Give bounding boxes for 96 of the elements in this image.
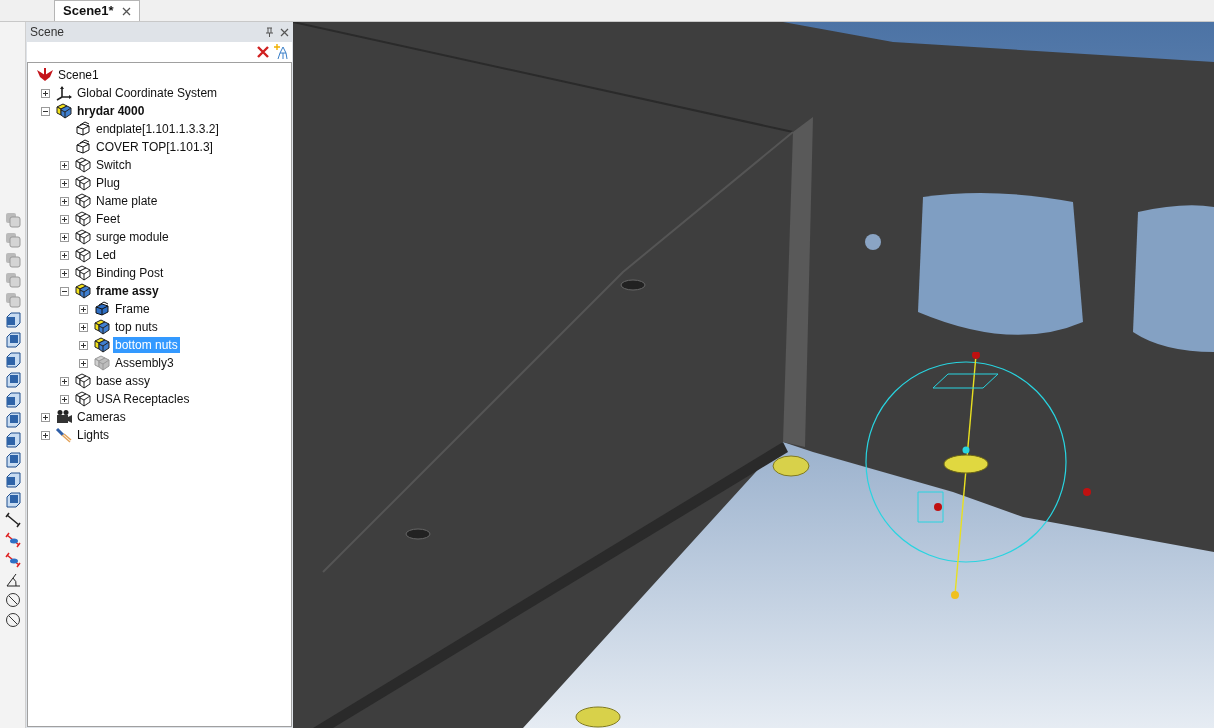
assembly-icon (55, 103, 73, 119)
tree-item[interactable]: Binding Post (94, 265, 166, 281)
circle-icon[interactable] (4, 592, 21, 608)
assembly-icon (74, 157, 92, 173)
close-icon[interactable] (121, 6, 131, 16)
expand-toggle[interactable] (60, 250, 69, 260)
tree-item[interactable]: frame assy (94, 283, 161, 299)
cube-view-icon[interactable] (4, 412, 21, 428)
tree-item[interactable]: Plug (94, 175, 123, 191)
panel-title: Scene (30, 24, 65, 41)
expand-toggle[interactable] (60, 160, 69, 170)
circle-icon[interactable] (4, 612, 21, 628)
tree-item[interactable]: COVER TOP[1.101.3] (94, 139, 215, 155)
lamp-icon (55, 427, 73, 443)
measure-icon[interactable] (4, 512, 21, 528)
expand-toggle[interactable] (60, 376, 69, 386)
assembly-icon (74, 175, 92, 191)
document-tab[interactable]: Scene1* (54, 0, 140, 21)
scene-icon (36, 67, 54, 83)
assembly-icon (74, 391, 92, 407)
plus-icon (80, 359, 87, 367)
plus-icon (61, 233, 68, 241)
tree-item[interactable]: base assy (94, 373, 153, 389)
assembly-icon (93, 355, 111, 371)
part-icon (74, 121, 92, 137)
tree-item[interactable]: Name plate (94, 193, 160, 209)
collapse-toggle[interactable] (60, 286, 69, 296)
tree-item[interactable]: USA Receptacles (94, 391, 192, 407)
tree-item[interactable]: Feet (94, 211, 122, 227)
tree-item[interactable]: Assembly3 (113, 355, 176, 371)
tree-item[interactable]: endplate[1.101.1.3.3.2] (94, 121, 221, 137)
plus-icon (61, 179, 68, 187)
expand-toggle[interactable] (41, 430, 50, 440)
tree-item[interactable]: top nuts (113, 319, 160, 335)
tree-item[interactable]: Switch (94, 157, 134, 173)
expand-toggle[interactable] (79, 358, 88, 368)
axes-icon (55, 85, 73, 101)
part-icon (93, 301, 111, 317)
expand-toggle[interactable] (41, 412, 50, 422)
tree-item[interactable]: surge module (94, 229, 171, 245)
plus-icon (61, 197, 68, 205)
assembly-icon (74, 229, 92, 245)
assembly-icon (93, 319, 111, 335)
cube-view-icon[interactable] (4, 312, 21, 328)
assembly-icon (74, 211, 92, 227)
cube-view-icon[interactable] (4, 392, 21, 408)
tree-item[interactable]: Frame (113, 301, 152, 317)
part-icon (74, 139, 92, 155)
plus-icon (80, 305, 87, 313)
expand-toggle[interactable] (41, 88, 50, 98)
tree-item[interactable]: Scene1 (56, 67, 101, 83)
cube-view-icon[interactable] (4, 472, 21, 488)
camera-icon (55, 409, 73, 425)
plus-icon (61, 161, 68, 169)
assembly-icon (74, 265, 92, 281)
plus-icon (61, 251, 68, 259)
tree-item[interactable]: Global Coordinate System (75, 85, 220, 101)
cube-view-icon[interactable] (4, 372, 21, 388)
plus-icon (61, 215, 68, 223)
plus-icon (80, 323, 87, 331)
plus-icon (42, 413, 49, 421)
expand-toggle[interactable] (79, 304, 88, 314)
expand-toggle[interactable] (60, 214, 69, 224)
assembly-icon (74, 373, 92, 389)
tree-item[interactable]: Led (94, 247, 119, 263)
assembly-icon (93, 337, 111, 353)
expand-toggle[interactable] (60, 268, 69, 278)
tree-item[interactable]: hrydar 4000 (75, 103, 147, 119)
cube-view-icon[interactable] (4, 492, 21, 508)
expand-toggle[interactable] (60, 394, 69, 404)
plus-icon (42, 431, 49, 439)
delete-icon[interactable] (256, 45, 270, 59)
cube-view-icon[interactable] (4, 432, 21, 448)
assembly-icon (74, 283, 92, 299)
expand-toggle[interactable] (79, 340, 88, 350)
plus-icon (61, 395, 68, 403)
tree-sparkle-icon[interactable] (274, 44, 288, 60)
close-icon[interactable] (280, 27, 289, 37)
plus-icon (42, 89, 49, 97)
cube-view-icon[interactable] (4, 452, 21, 468)
plus-icon (80, 341, 87, 349)
tree-item[interactable]: Cameras (75, 409, 128, 425)
tree-item[interactable]: Lights (75, 427, 112, 443)
assembly-icon (74, 193, 92, 209)
assembly-icon (74, 247, 92, 263)
expand-toggle[interactable] (60, 178, 69, 188)
plus-icon (61, 377, 68, 385)
plus-icon (61, 269, 68, 277)
collapse-toggle[interactable] (41, 106, 50, 116)
expand-toggle[interactable] (79, 322, 88, 332)
cube-view-icon[interactable] (4, 332, 21, 348)
angle-icon[interactable] (4, 572, 21, 588)
cube-view-icon[interactable] (4, 352, 21, 368)
pin-icon[interactable] (265, 26, 274, 38)
expand-toggle[interactable] (60, 232, 69, 242)
expand-toggle[interactable] (60, 196, 69, 206)
